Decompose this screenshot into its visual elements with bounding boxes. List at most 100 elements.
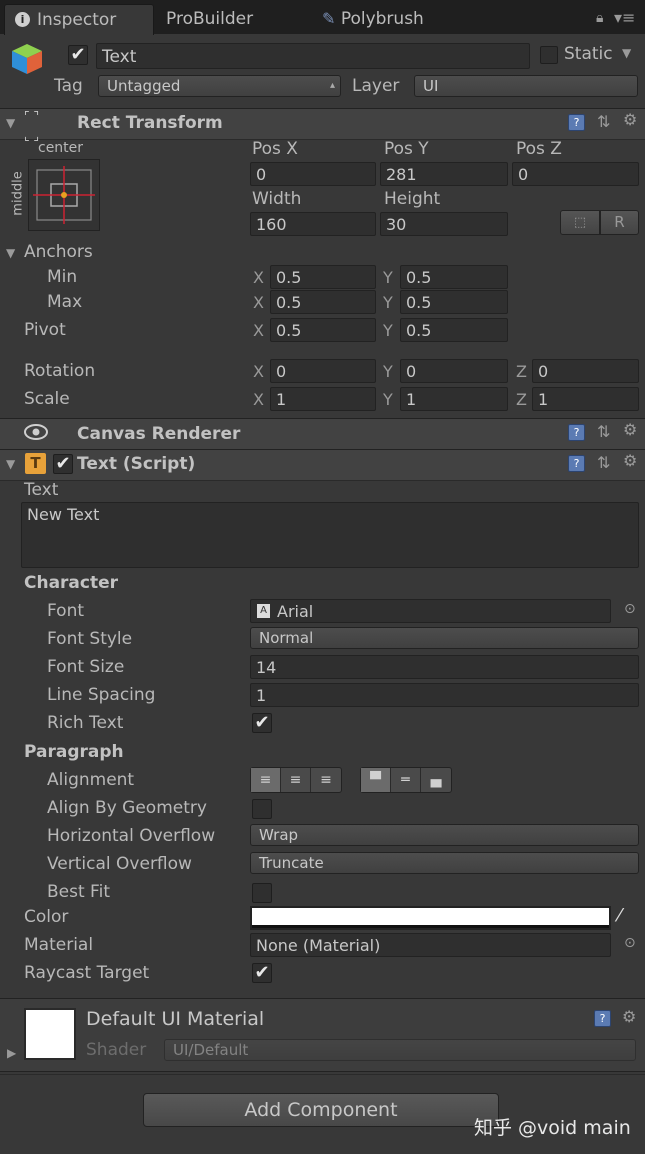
preset-icon[interactable]: ⇅	[597, 112, 610, 131]
align-bottom-icon[interactable]: ▄	[421, 768, 451, 792]
vertical-overflow-dropdown[interactable]: Truncate	[250, 852, 639, 874]
pivot-label: Pivot	[24, 320, 66, 340]
text-component-icon: T	[25, 453, 46, 474]
help-icon[interactable]: ?	[568, 455, 585, 472]
rich-text-label: Rich Text	[47, 713, 124, 733]
width-input[interactable]: 160	[250, 212, 376, 236]
add-component-button[interactable]: Add Component	[143, 1093, 499, 1127]
rect-transform-title: Rect Transform	[77, 113, 223, 133]
layer-label: Layer	[352, 76, 400, 96]
tab-label: Polybrush	[340, 9, 424, 29]
axis-y-label: Y	[383, 268, 393, 287]
rotation-z-input[interactable]: 0	[532, 359, 639, 383]
anchors-foldout-icon[interactable]: ▼	[6, 246, 15, 260]
align-middle-icon[interactable]: ═	[391, 768, 421, 792]
material-field[interactable]: None (Material)	[250, 933, 611, 957]
anchor-preset-button[interactable]	[28, 159, 100, 231]
blueprint-mode-button[interactable]: ⬚	[560, 210, 600, 235]
rich-text-checkbox[interactable]: ✔	[252, 713, 272, 733]
tag-dropdown[interactable]: Untagged ▴	[98, 75, 341, 97]
gear-icon[interactable]: ⚙	[623, 420, 637, 439]
gear-icon[interactable]: ⚙	[623, 451, 637, 470]
gear-icon[interactable]: ⚙	[622, 1007, 636, 1026]
pos-y-input[interactable]: 281	[380, 162, 508, 186]
max-label: Max	[47, 292, 83, 312]
foldout-arrow-icon[interactable]: ▼	[6, 457, 15, 471]
axis-z-label: Z	[516, 362, 527, 381]
object-name-input[interactable]: Text	[96, 43, 530, 69]
align-by-geometry-label: Align By Geometry	[47, 798, 207, 818]
tab-probuilder[interactable]: ProBuilder	[166, 4, 253, 34]
raycast-target-label: Raycast Target	[24, 963, 150, 983]
eyedropper-icon[interactable]: ⁄	[618, 905, 621, 926]
foldout-arrow-icon[interactable]: ▶	[7, 1046, 16, 1060]
preset-icon[interactable]: ⇅	[597, 422, 610, 441]
shader-value: UI/Default	[173, 1041, 249, 1059]
raw-edit-button[interactable]: R	[600, 210, 639, 235]
align-top-icon[interactable]: ▀	[361, 768, 391, 792]
scale-z-input[interactable]: 1	[532, 387, 639, 411]
preset-icon[interactable]: ⇅	[597, 453, 610, 472]
active-checkbox[interactable]: ✔	[68, 45, 88, 65]
pos-x-input[interactable]: 0	[250, 162, 376, 186]
help-icon[interactable]: ?	[568, 114, 585, 131]
axis-x-label: X	[253, 321, 264, 340]
anchor-min-y-input[interactable]: 0.5	[400, 265, 508, 289]
static-checkbox[interactable]	[540, 46, 558, 64]
align-left-icon[interactable]: ≡	[251, 768, 281, 792]
layer-value: UI	[423, 77, 439, 95]
canvas-renderer-title: Canvas Renderer	[77, 424, 241, 444]
tag-label: Tag	[54, 76, 83, 96]
horizontal-overflow-label: Horizontal Overflow	[47, 826, 216, 846]
horizontal-overflow-dropdown[interactable]: Wrap	[250, 824, 639, 846]
min-label: Min	[47, 267, 78, 287]
scale-x-input[interactable]: 1	[270, 387, 376, 411]
align-by-geometry-checkbox[interactable]	[252, 799, 272, 819]
rotation-y-input[interactable]: 0	[400, 359, 508, 383]
font-style-value: Normal	[259, 629, 314, 647]
text-area[interactable]: New Text	[21, 502, 639, 568]
color-swatch[interactable]	[250, 906, 611, 930]
pivot-y-input[interactable]: 0.5	[400, 318, 508, 342]
help-icon[interactable]: ?	[568, 424, 585, 441]
watermark: 知乎 @void main	[474, 1117, 631, 1139]
gear-icon[interactable]: ⚙	[623, 110, 637, 129]
anchor-max-y-input[interactable]: 0.5	[400, 290, 508, 314]
material-title: Default UI Material	[86, 1008, 265, 1030]
align-center-icon[interactable]: ≡	[281, 768, 311, 792]
font-field[interactable]: A Arial	[250, 599, 611, 623]
line-spacing-label: Line Spacing	[47, 685, 156, 705]
vertical-overflow-value: Truncate	[259, 854, 324, 872]
font-size-input[interactable]: 14	[250, 655, 639, 679]
tab-polybrush[interactable]: ✎ Polybrush	[322, 4, 424, 34]
pivot-x-input[interactable]: 0.5	[270, 318, 376, 342]
pos-z-input[interactable]: 0	[512, 162, 639, 186]
height-input[interactable]: 30	[380, 212, 508, 236]
font-style-dropdown[interactable]: Normal	[250, 627, 639, 649]
scale-y-input[interactable]: 1	[400, 387, 508, 411]
static-dropdown-icon[interactable]: ▼	[622, 46, 631, 60]
lock-icon[interactable]: 🔒︎	[596, 10, 603, 26]
best-fit-checkbox[interactable]	[252, 883, 272, 903]
font-asset-icon: A	[257, 604, 270, 618]
line-spacing-input[interactable]: 1	[250, 683, 639, 707]
raycast-target-checkbox[interactable]: ✔	[252, 963, 272, 983]
object-picker-icon[interactable]: ⊙	[624, 935, 636, 951]
gameobject-cube-icon	[10, 42, 44, 76]
anchor-min-x-input[interactable]: 0.5	[270, 265, 376, 289]
font-size-label: Font Size	[47, 657, 125, 677]
help-icon[interactable]: ?	[594, 1010, 611, 1027]
foldout-arrow-icon[interactable]: ▼	[6, 116, 15, 130]
tab-inspector[interactable]: i Inspector	[4, 4, 154, 35]
material-label: Material	[24, 935, 94, 955]
shader-dropdown[interactable]: UI/Default	[164, 1039, 636, 1061]
menu-icon[interactable]: ▾≡	[614, 8, 635, 27]
rotation-x-input[interactable]: 0	[270, 359, 376, 383]
object-picker-icon[interactable]: ⊙	[624, 601, 636, 617]
anchor-max-x-input[interactable]: 0.5	[270, 290, 376, 314]
axis-y-label: Y	[383, 362, 393, 381]
layer-dropdown[interactable]: UI	[414, 75, 638, 97]
text-label: Text	[24, 480, 59, 500]
align-right-icon[interactable]: ≡	[311, 768, 341, 792]
text-enabled-checkbox[interactable]: ✔	[53, 454, 73, 474]
